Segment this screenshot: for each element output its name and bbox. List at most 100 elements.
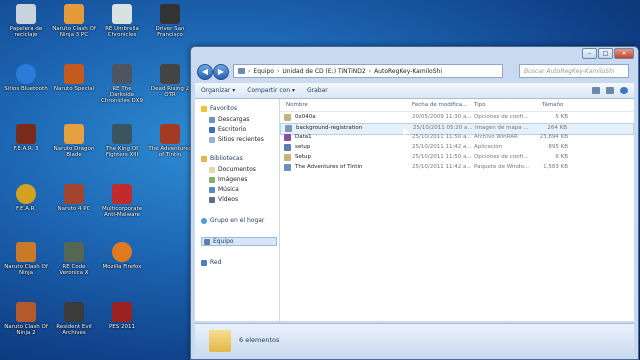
breadcrumb-separator: › bbox=[276, 67, 280, 75]
address-bar[interactable]: › Equipo › Unidad de CD (E:) TiNTiND2 › … bbox=[233, 64, 503, 78]
desktop-icon-re-darkside[interactable]: RE The Darkside Chronicles DX9 bbox=[100, 64, 144, 104]
winrar-archive-icon bbox=[284, 134, 291, 141]
desktop-icon-naruto-clash-2[interactable]: Naruto Clash Of Ninja 2 bbox=[4, 302, 48, 336]
nav-homegroup[interactable]: Grupo en el hogar bbox=[201, 217, 264, 224]
file-row[interactable]: setup 25/10/2011 11:42 a... Aplicación 8… bbox=[280, 143, 634, 153]
desktop-icon-label: Naruto Special bbox=[53, 86, 95, 92]
desktop-icon-naruto-clash[interactable]: Naruto Clash Of Ninja bbox=[4, 242, 48, 276]
desktop-icon-label: The King Of Fighters XIII bbox=[105, 146, 139, 158]
game-icon bbox=[64, 184, 84, 204]
column-type[interactable]: Tipo bbox=[474, 102, 486, 108]
desktop-icon-driver[interactable]: Driver San Francisco bbox=[148, 4, 192, 38]
file-row[interactable]: Setup 25/10/2011 11:50 a... Opciones de … bbox=[280, 153, 634, 163]
breadcrumb-folder[interactable]: AutoRegKey-KamiloShi bbox=[374, 68, 442, 75]
title-bar[interactable]: – □ ✕ bbox=[191, 47, 638, 61]
bluetooth-icon bbox=[16, 64, 36, 84]
maximize-button[interactable]: □ bbox=[598, 48, 613, 59]
desktop-icon-naruto-4[interactable]: Naruto 4 PC bbox=[52, 184, 96, 212]
nav-label: Imágenes bbox=[218, 176, 248, 183]
desktop-icon-re-code-veronica[interactable]: RE Code Veronica X bbox=[52, 242, 96, 276]
nav-downloads[interactable]: Descargas bbox=[209, 116, 249, 123]
nav-videos[interactable]: Vídeos bbox=[209, 196, 238, 203]
view-options-icon[interactable] bbox=[592, 87, 600, 94]
pictures-icon bbox=[209, 176, 215, 183]
nav-label: Favoritos bbox=[210, 105, 238, 112]
breadcrumb-equipo[interactable]: Equipo bbox=[253, 68, 274, 75]
file-row[interactable]: Data1 25/10/2011 11:50 a... Archivo WinR… bbox=[280, 133, 634, 143]
game-icon bbox=[112, 124, 132, 144]
organize-button[interactable]: Organizar ▾ bbox=[201, 87, 235, 94]
game-icon bbox=[64, 242, 84, 262]
explorer-window: – □ ✕ ◀ ▶ › Equipo › Unidad de CD (E:) T… bbox=[190, 46, 639, 360]
desktop-icon-label: Multicorporate Anti-Malware bbox=[101, 206, 143, 218]
desktop-icon-antimalware[interactable]: Multicorporate Anti-Malware bbox=[100, 184, 144, 218]
column-size[interactable]: Tamaño bbox=[542, 102, 563, 108]
breadcrumb-cd-drive[interactable]: Unidad de CD (E:) TiNTiND2 bbox=[282, 68, 365, 75]
nav-label: Escritorio bbox=[218, 126, 247, 133]
nav-network[interactable]: Red bbox=[201, 259, 221, 266]
nav-computer[interactable]: Equipo bbox=[201, 237, 277, 246]
desktop-icon-label: PES 2011 bbox=[108, 324, 136, 330]
desktop-icon-label: Naruto Dragon Blade bbox=[53, 146, 95, 158]
close-button[interactable]: ✕ bbox=[614, 48, 634, 59]
file-size: 23,894 KB bbox=[539, 134, 568, 140]
desktop-icon-label: Naruto Clash Of Ninja 3 PC bbox=[52, 26, 96, 38]
file-size: 5 KB bbox=[555, 114, 568, 120]
preview-pane-icon[interactable] bbox=[606, 87, 614, 94]
forward-button[interactable]: ▶ bbox=[213, 64, 229, 80]
desktop-icon-naruto-special[interactable]: Naruto Special bbox=[52, 64, 96, 92]
nav-images[interactable]: Imágenes bbox=[209, 176, 247, 183]
desktop-icon-naruto-dragon-blade[interactable]: Naruto Dragon Blade bbox=[52, 124, 96, 158]
search-input[interactable]: Buscar AutoRegKey-KamiloShi bbox=[519, 64, 629, 78]
burn-button[interactable]: Grabar bbox=[307, 87, 328, 94]
bitmap-file-icon bbox=[285, 125, 292, 132]
computer-icon bbox=[204, 238, 210, 245]
file-name: background-registration bbox=[296, 125, 363, 131]
desktop-icon-firefox[interactable]: Mozilla Firefox bbox=[100, 242, 144, 270]
file-row[interactable]: The Adventures of Tintin 25/10/2011 11:4… bbox=[280, 163, 634, 173]
desktop-icon-fear[interactable]: F.E.A.R. bbox=[4, 184, 48, 212]
game-icon bbox=[16, 302, 36, 322]
breadcrumb-separator: › bbox=[248, 67, 251, 75]
game-icon bbox=[16, 184, 36, 204]
file-date: 25/10/2011 05:20 a... bbox=[413, 125, 473, 131]
desktop-icon-label: The Adventures of Tintin bbox=[148, 146, 192, 158]
nav-label: Equipo bbox=[213, 238, 234, 245]
desktop-icon-naruto-clash-3[interactable]: Naruto Clash Of Ninja 3 PC bbox=[52, 4, 96, 38]
back-button[interactable]: ◀ bbox=[197, 64, 213, 80]
desktop-icon-dead-rising[interactable]: Dead Rising 2 OTR bbox=[148, 64, 192, 98]
game-icon bbox=[160, 64, 180, 84]
nav-libraries[interactable]: Bibliotecas bbox=[201, 155, 243, 162]
desktop-icon-bluetooth[interactable]: Sitios Bluetooth bbox=[4, 64, 48, 92]
desktop-icon-tintin[interactable]: The Adventures of Tintin bbox=[148, 124, 192, 158]
nav-recent[interactable]: Sitios recientes bbox=[209, 136, 264, 143]
help-icon[interactable] bbox=[620, 87, 628, 94]
column-date[interactable]: Fecha de modifica... bbox=[412, 102, 467, 108]
arrow-left-icon: ◀ bbox=[201, 67, 209, 76]
desktop-icon-fear3[interactable]: F.E.A.R. 3 bbox=[4, 124, 48, 152]
file-date: 25/10/2011 11:50 a... bbox=[412, 154, 472, 160]
file-size: 1,583 KB bbox=[543, 164, 568, 170]
minimize-button[interactable]: – bbox=[582, 48, 597, 59]
nav-desktop[interactable]: Escritorio bbox=[209, 126, 246, 133]
share-button[interactable]: Compartir con ▾ bbox=[247, 87, 295, 94]
nav-documents[interactable]: Documentos bbox=[209, 166, 256, 173]
desktop-icon-kof13[interactable]: The King Of Fighters XIII bbox=[100, 124, 144, 158]
nav-label: Sitios recientes bbox=[218, 136, 264, 143]
file-row[interactable]: 0x040a 20/05/2009 11:30 a... Opciones de… bbox=[280, 113, 634, 123]
desktop-icon-pes2011[interactable]: PES 2011 bbox=[100, 302, 144, 330]
desktop-icon-re-umbrella[interactable]: RE Umbrella Chronicles bbox=[100, 4, 144, 38]
nav-favorites[interactable]: Favoritos bbox=[201, 105, 237, 112]
game-icon bbox=[112, 302, 132, 322]
desktop-icon-label: RE Code Veronica X bbox=[59, 264, 89, 276]
desktop-icon-recycle-bin[interactable]: Papelera de reciclaje bbox=[4, 4, 48, 38]
desktop-icon-re-archives[interactable]: Resident Evil Archives bbox=[52, 302, 96, 336]
nav-label: Música bbox=[218, 186, 239, 193]
desktop-icon-label: Naruto 4 PC bbox=[57, 206, 91, 212]
game-icon bbox=[112, 64, 132, 84]
column-name[interactable]: Nombre bbox=[286, 102, 308, 108]
file-type: Opciones de confi... bbox=[474, 154, 529, 160]
game-icon bbox=[16, 242, 36, 262]
nav-music[interactable]: Música bbox=[209, 186, 239, 193]
desktop-icon-label: Naruto Clash Of Ninja 2 bbox=[4, 324, 48, 336]
